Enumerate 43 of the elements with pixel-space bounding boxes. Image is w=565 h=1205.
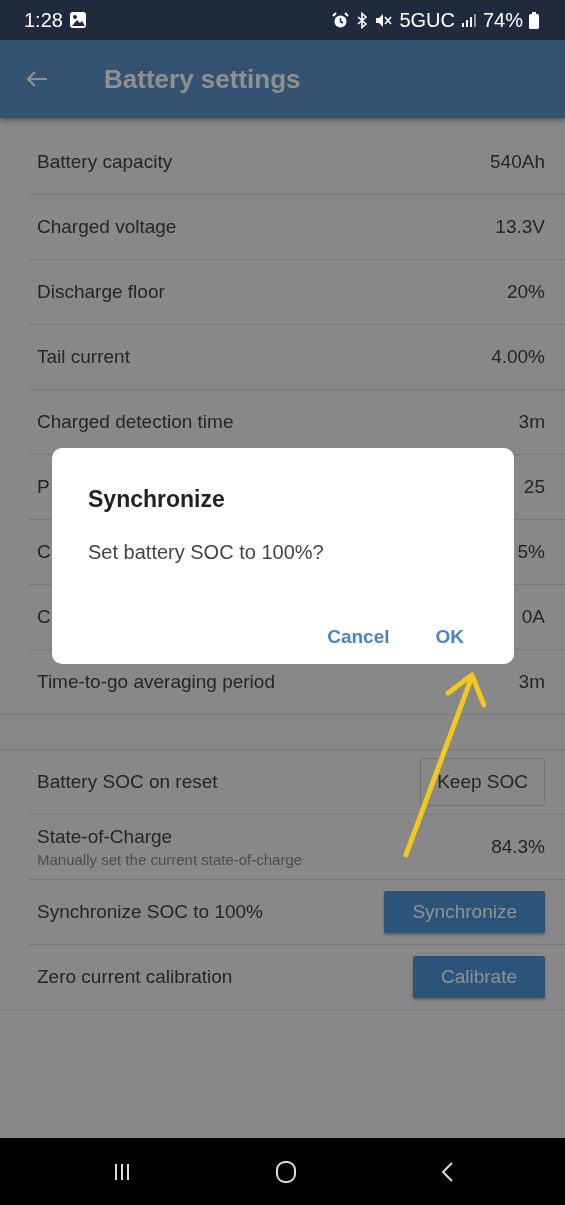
setting-description: Manually set the current state-of-charge [37,851,303,868]
setting-label: Time-to-go averaging period [37,671,275,693]
home-icon [274,1159,297,1184]
setting-label: Synchronize SOC to 100% [37,901,263,923]
screen-title: Battery settings [104,63,301,95]
battery-icon [529,11,539,29]
setting-label: C [37,541,51,563]
setting-label: Zero current calibration [37,966,233,988]
dialog-title: Synchronize [88,486,226,513]
setting-label: Battery capacity [37,151,173,173]
bluetooth-icon [355,11,370,29]
setting-label: C [37,606,51,628]
back-icon [439,1160,454,1183]
alarm-icon [332,11,350,29]
setting-value: 84.3% [491,836,545,858]
setting-label: State-of-Charge [37,826,174,848]
dialog-button[interactable]: Cancel [321,622,396,652]
back-arrow-icon [26,70,48,88]
clock: 1:28 [24,8,63,32]
setting-label: Tail current [37,346,130,368]
setting-value: 13.3V [495,216,545,238]
setting-value: 20% [506,281,545,303]
setting-value: 4.00% [491,346,545,368]
setting-label: P [37,476,50,498]
setting-value: 0A [521,606,545,628]
setting-label: Battery SOC on reset [37,771,218,793]
battery-percentage: 74% [482,8,523,32]
setting-value: 3m [518,671,545,693]
setting-label: Discharge floor [37,281,165,303]
dialog-message: Set battery SOC to 100%? [88,541,325,564]
signal-icon [460,12,477,28]
action-button[interactable]: Synchronize [384,891,545,933]
image-icon [68,11,87,29]
network-label: 5GUC [399,8,455,32]
setting-value: 25 [523,476,545,498]
setting-value: 5% [517,541,545,563]
setting-value: 540Ah [490,151,545,173]
keep-soc-button[interactable]: Keep SOC [420,758,545,806]
setting-value: 3m [518,411,545,433]
setting-label: Charged voltage [37,216,177,238]
setting-label: Charged detection time [37,411,234,433]
dialog-button[interactable]: OK [429,622,470,652]
action-button[interactable]: Calibrate [412,956,545,998]
